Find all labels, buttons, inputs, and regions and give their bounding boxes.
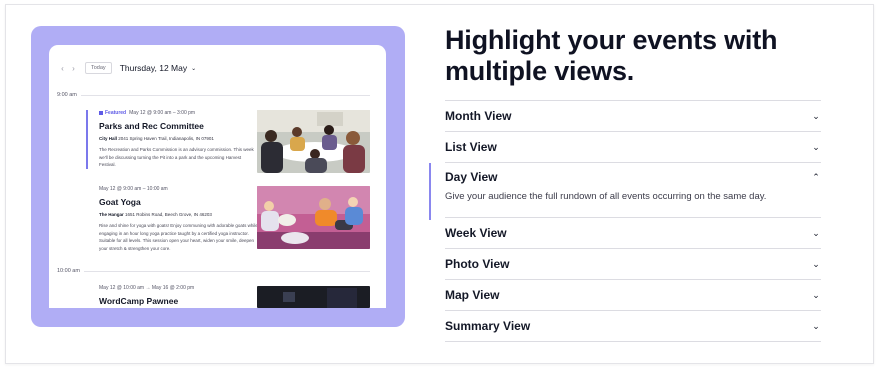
accordion-item-photo-view[interactable]: Photo View ⌄ xyxy=(445,248,821,279)
meeting-photo xyxy=(257,110,370,173)
time-label: 10:00 am xyxy=(57,268,80,274)
event-description: The Recreation and Parks Commission is a… xyxy=(99,147,254,167)
date-picker-label[interactable]: Thursday, 12 May xyxy=(120,63,187,73)
accordion-label: Day View xyxy=(445,170,498,184)
chevron-right-icon[interactable]: › xyxy=(68,64,79,73)
venue-address: 1651 Robins Road, Beech Grove, IN 46203 xyxy=(125,212,212,217)
event-venue: The Hangar 1651 Robins Road, Beech Grove… xyxy=(99,212,259,217)
accordion-label: Month View xyxy=(445,109,512,123)
featured-badge xyxy=(99,111,103,115)
accordion-label: Map View xyxy=(445,288,500,302)
accordion-item-day-view[interactable]: Day View ⌃ Give your audience the full r… xyxy=(429,162,821,220)
accordion-item-list-view[interactable]: List View ⌄ xyxy=(445,131,821,162)
event-title[interactable]: Parks and Rec Committee xyxy=(99,121,259,131)
chevron-down-icon[interactable]: ⌄ xyxy=(811,259,821,270)
event-photo-yoga[interactable] xyxy=(257,186,370,249)
accordion-item-summary-view[interactable]: Summary View ⌄ xyxy=(445,310,821,342)
featured-label: Featured xyxy=(105,110,127,116)
event-datetime: May 12 @ 10:00 am → May 16 @ 2:00 pm xyxy=(99,285,195,291)
chevron-down-icon[interactable]: ⌄ xyxy=(191,65,196,72)
chevron-down-icon[interactable]: ⌄ xyxy=(811,321,821,332)
calendar-nav: ‹ › Today Thursday, 12 May ⌄ xyxy=(57,62,196,74)
event-photo-meeting[interactable] xyxy=(257,110,370,173)
event-meta: Featured May 12 @ 9:00 am – 3:00 pm xyxy=(99,110,259,116)
event-title[interactable]: Goat Yoga xyxy=(99,197,259,207)
event-venue: City Hall 2041 Spring Haven Trail, India… xyxy=(99,136,259,141)
views-accordion: Month View ⌄ List View ⌄ Day View ⌃ Give… xyxy=(429,100,821,342)
chevron-down-icon[interactable]: ⌄ xyxy=(811,290,821,301)
time-separator: 9:00 am xyxy=(57,92,370,98)
event-datetime: May 12 @ 9:00 am – 3:00 pm xyxy=(129,110,196,116)
accordion-item-month-view[interactable]: Month View ⌄ xyxy=(445,100,821,131)
accordion-label: Summary View xyxy=(445,319,531,333)
chevron-down-icon[interactable]: ⌄ xyxy=(811,142,821,153)
accordion-label: Photo View xyxy=(445,257,510,271)
active-indicator xyxy=(429,163,431,220)
wordcamp-photo xyxy=(257,286,370,308)
event-description: Rise and shine for yoga with goats! Enjo… xyxy=(99,223,258,251)
event-card[interactable]: Featured May 12 @ 9:00 am – 3:00 pm Park… xyxy=(86,110,259,169)
venue-name: The Hangar xyxy=(99,212,124,217)
chevron-left-icon[interactable]: ‹ xyxy=(57,64,68,73)
accordion-label: Week View xyxy=(445,226,507,240)
divider xyxy=(80,94,370,96)
chevron-down-icon[interactable]: ⌄ xyxy=(811,111,821,122)
event-datetime: May 12 @ 9:00 am – 10:00 am xyxy=(99,186,168,192)
accordion-item-map-view[interactable]: Map View ⌄ xyxy=(445,279,821,310)
event-card[interactable]: May 12 @ 10:00 am → May 16 @ 2:00 pm Wor… xyxy=(99,285,259,306)
chevron-down-icon[interactable]: ⌄ xyxy=(811,228,821,239)
event-title[interactable]: WordCamp Pawnee xyxy=(99,296,259,306)
today-button[interactable]: Today xyxy=(85,62,112,74)
yoga-photo xyxy=(257,186,370,249)
page-title: Highlight your events with multiple view… xyxy=(445,25,778,86)
time-label: 9:00 am xyxy=(57,92,77,98)
accordion-label: List View xyxy=(445,140,497,154)
divider xyxy=(83,270,370,272)
accordion-body: Give your audience the full rundown of a… xyxy=(445,191,767,202)
event-card[interactable]: May 12 @ 9:00 am – 10:00 am Goat Yoga Th… xyxy=(99,186,259,252)
accordion-item-week-view[interactable]: Week View ⌄ xyxy=(445,217,821,248)
venue-name: City Hall xyxy=(99,136,118,141)
venue-address: 2041 Spring Haven Trail, Indianapolis, I… xyxy=(118,136,214,141)
day-view-preview: ‹ › Today Thursday, 12 May ⌄ 9:00 am Fea… xyxy=(49,45,386,308)
time-separator: 10:00 am xyxy=(57,268,370,274)
event-photo-wordcamp[interactable] xyxy=(257,286,370,308)
chevron-up-icon[interactable]: ⌃ xyxy=(811,172,821,183)
